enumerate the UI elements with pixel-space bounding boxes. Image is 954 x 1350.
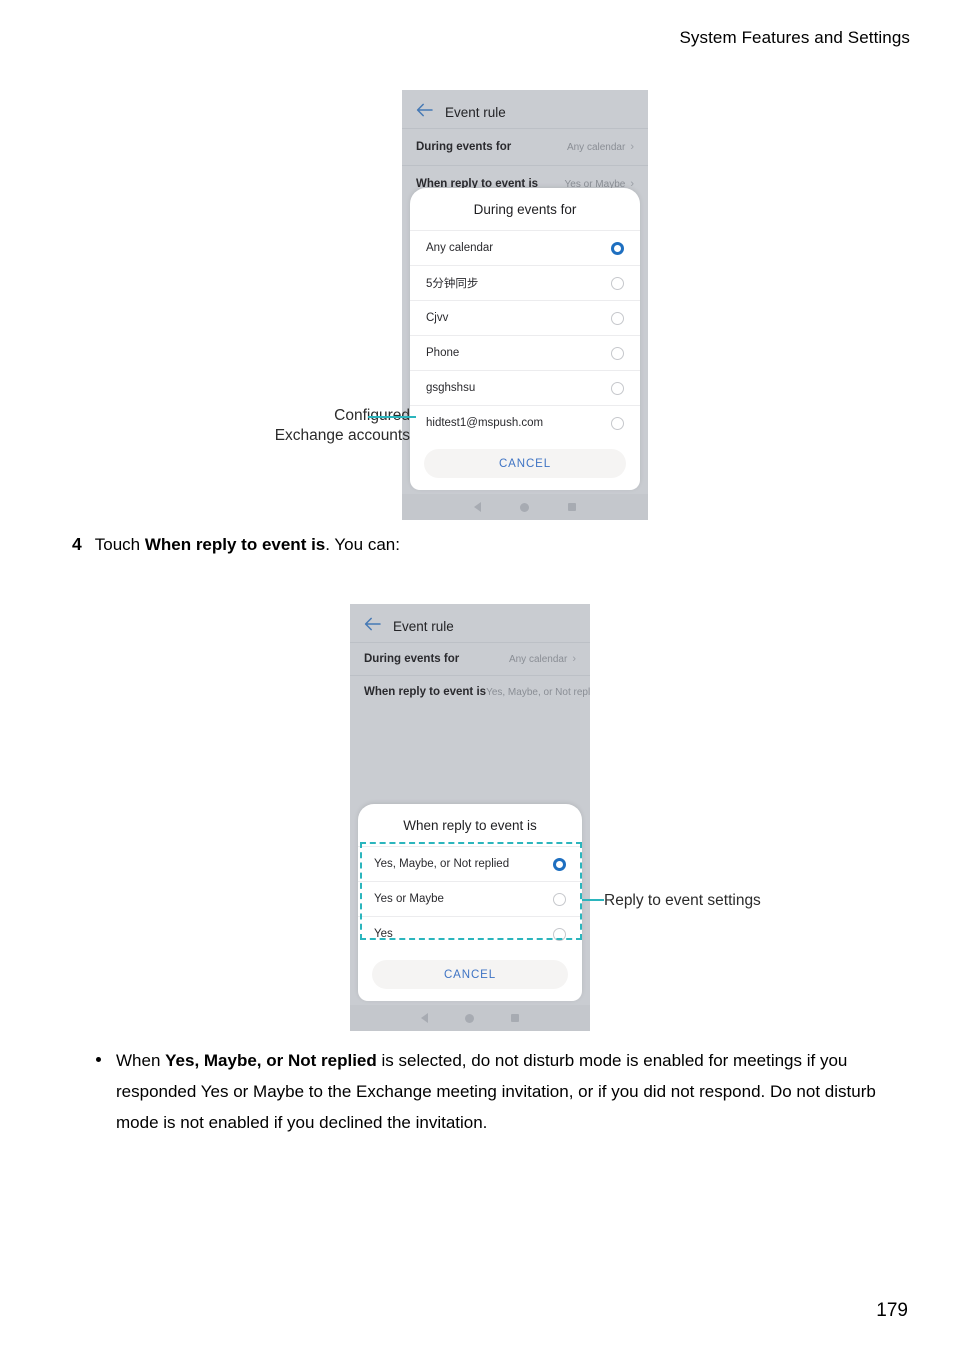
radio-button-selected[interactable]: [553, 857, 566, 871]
radio-button[interactable]: [611, 311, 624, 325]
android-navigation-bar: [350, 1005, 590, 1031]
sheet-title: When reply to event is: [403, 818, 537, 833]
radio-button[interactable]: [553, 927, 566, 941]
option-row[interactable]: Yes, Maybe, or Not replied: [358, 846, 582, 881]
option-label: hidtest1@mspush.com: [426, 417, 544, 429]
step-number: 4: [72, 534, 82, 554]
step-text: Touch When reply to event is. You can:: [95, 535, 400, 555]
bullet-text-before: When: [116, 1051, 166, 1070]
page-header: System Features and Settings: [679, 28, 910, 47]
app-bar-title: Event rule: [445, 104, 506, 120]
back-arrow-icon[interactable]: [364, 617, 381, 636]
option-row[interactable]: gsghshsu: [410, 370, 640, 405]
nav-back-icon[interactable]: [420, 1013, 428, 1023]
option-row[interactable]: 5分钟同步: [410, 265, 640, 300]
app-bar: Event rule: [402, 96, 648, 128]
option-row[interactable]: Yes or Maybe: [358, 881, 582, 916]
radio-button[interactable]: [611, 346, 624, 360]
option-label: Yes: [374, 928, 393, 940]
option-label: Yes, Maybe, or Not replied: [374, 858, 510, 870]
settings-row-value-text: Yes, Maybe, or Not replied: [486, 686, 590, 698]
phone-screenshot-when-reply-to-event-is: Event rule During events for Any calenda…: [350, 604, 590, 1031]
step-4: 4 Touch When reply to event is. You can:: [72, 534, 400, 555]
settings-row-value: Any calendar ›: [566, 140, 634, 153]
phone-screenshot-during-events-for: Event rule During events for Any calenda…: [402, 90, 648, 520]
back-arrow-icon[interactable]: [416, 103, 433, 122]
step-text-before: Touch: [94, 535, 145, 554]
radio-button[interactable]: [553, 892, 566, 906]
option-list: Yes, Maybe, or Not replied Yes or Maybe …: [358, 846, 582, 951]
sheet-title: During events for: [473, 202, 577, 217]
android-navigation-bar: [402, 494, 648, 520]
phone-screen: Event rule During events for Any calenda…: [402, 90, 648, 520]
option-label: 5分钟同步: [426, 278, 479, 290]
radio-button[interactable]: [611, 416, 624, 430]
option-label: Phone: [426, 347, 460, 359]
nav-recents-icon[interactable]: [511, 1014, 520, 1022]
cancel-button[interactable]: CANCEL: [372, 960, 568, 989]
settings-row-label: During events for: [364, 653, 460, 665]
bullet-text: When Yes, Maybe, or Not replied is selec…: [96, 1046, 902, 1139]
step-text-after: . You can:: [325, 535, 400, 554]
settings-row-label: During events for: [416, 141, 512, 153]
option-row[interactable]: Cjvv: [410, 300, 640, 335]
page-number: 179: [876, 1300, 908, 1321]
annotation-reply-to-event-settings: Reply to event settings: [604, 892, 761, 909]
bullet-dot-icon: [96, 1056, 101, 1062]
option-label: Any calendar: [426, 242, 494, 254]
leader-line-exchange-accounts: [368, 416, 416, 418]
option-row-exchange-account[interactable]: hidtest1@mspush.com: [410, 405, 640, 440]
option-label: gsghshsu: [426, 382, 476, 394]
radio-button[interactable]: [611, 276, 624, 290]
chevron-right-icon: ›: [572, 652, 576, 665]
chevron-right-icon: ›: [630, 140, 634, 153]
radio-button-selected[interactable]: [611, 241, 624, 255]
settings-row-value-text: Any calendar: [508, 653, 568, 665]
settings-row-during-events-for[interactable]: During events for Any calendar ›: [402, 128, 648, 165]
option-list: Any calendar 5分钟同步 Cjvv Phone gsghshsu h…: [410, 230, 640, 440]
phone-screen: Event rule During events for Any calenda…: [350, 604, 590, 1031]
option-row[interactable]: Any calendar: [410, 230, 640, 265]
bullet-paragraph: When Yes, Maybe, or Not replied is selec…: [96, 1046, 902, 1139]
settings-row-value-text: Any calendar: [566, 141, 626, 153]
settings-row-value: Yes, Maybe, or Not replied ›: [486, 687, 590, 698]
annotation-line-2: Exchange accounts: [274, 426, 410, 444]
leader-line-reply-settings: [582, 899, 604, 901]
radio-button[interactable]: [611, 381, 624, 395]
bottom-sheet-dialog: When reply to event is Yes, Maybe, or No…: [358, 804, 582, 1001]
settings-row-label: When reply to event is: [364, 686, 487, 698]
nav-home-icon[interactable]: [519, 502, 529, 512]
bullet-text-bold: Yes, Maybe, or Not replied: [165, 1051, 377, 1070]
settings-row-during-events-for[interactable]: During events for Any calendar ›: [350, 642, 590, 675]
settings-row-value: Any calendar ›: [508, 652, 576, 665]
nav-recents-icon[interactable]: [568, 503, 577, 511]
step-text-bold: When reply to event is: [144, 535, 326, 554]
option-label: Yes or Maybe: [374, 893, 444, 905]
option-row[interactable]: Phone: [410, 335, 640, 370]
bottom-sheet-dialog: During events for Any calendar 5分钟同步 Cjv…: [410, 188, 640, 490]
app-bar: Event rule: [350, 610, 590, 642]
cancel-button[interactable]: CANCEL: [424, 449, 626, 478]
settings-row-when-reply-to-event-is[interactable]: When reply to event is Yes, Maybe, or No…: [350, 675, 590, 708]
annotation-configured-exchange-accounts: Configured Exchange accounts: [252, 406, 410, 446]
nav-home-icon[interactable]: [464, 1013, 474, 1023]
option-label: Cjvv: [426, 312, 449, 324]
app-bar-title: Event rule: [393, 618, 454, 634]
nav-back-icon[interactable]: [473, 502, 481, 512]
option-row[interactable]: Yes: [358, 916, 582, 951]
